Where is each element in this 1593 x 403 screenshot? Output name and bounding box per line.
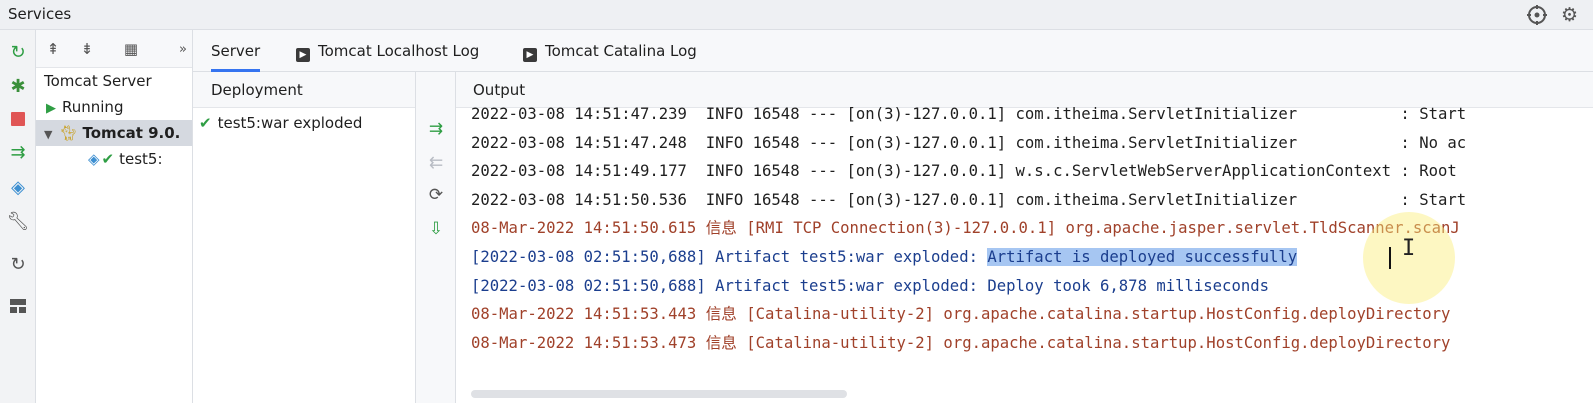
log-line: 08-Mar-2022 14:51:53.443 信息 [Catalina-ut… [471, 305, 1451, 324]
log-file-icon: ▶ [523, 48, 537, 62]
deployment-item-label: test5:war exploded [217, 114, 363, 132]
tab-server[interactable]: Server [211, 30, 261, 72]
text-caret [1389, 247, 1391, 269]
horizontal-scrollbar[interactable] [471, 390, 847, 398]
tab-label: Tomcat Localhost Log [318, 42, 480, 60]
tab-label: Tomcat Catalina Log [545, 42, 697, 60]
refresh-icon[interactable]: ↻ [6, 252, 30, 276]
wrench-icon[interactable]: 🔧︎ [6, 209, 30, 233]
debug-icon[interactable]: ✱ [6, 74, 30, 98]
deploy-icon[interactable]: ⇉ [6, 140, 30, 164]
tree-item-tomcat[interactable]: ▼ 🐈︎ Tomcat 9.0. [36, 120, 192, 146]
window-title: Services [8, 5, 72, 23]
ibeam-cursor-icon: I [1402, 236, 1416, 261]
deployment-header: Deployment [193, 72, 415, 108]
services-tree-panel: ⇞ ⇟ ▦ » Tomcat Server ▶ Running ▼ 🐈︎ Tomcat… [36, 30, 193, 403]
tab-tomcat-catalina-log[interactable]: ▶ Tomcat Catalina Log [523, 30, 697, 72]
crosshair-icon[interactable] [1526, 4, 1548, 26]
tree-item-label: Tomcat 9.0. [82, 124, 181, 142]
log-line: 2022-03-08 14:51:50.536 INFO 16548 --- [… [471, 190, 1467, 209]
undeploy-icon[interactable]: ⇇ [425, 152, 447, 174]
deployment-panel: Deployment ✔ test5:war exploded [193, 72, 416, 403]
tab-tomcat-localhost-log[interactable]: ▶ Tomcat Localhost Log [296, 30, 479, 72]
collapse-all-icon[interactable]: ⇟ [76, 38, 98, 60]
title-bar: Services ⚙ [0, 0, 1593, 30]
log-line: 08-Mar-2022 14:51:53.473 信息 [Catalina-ut… [471, 333, 1451, 352]
log-line: 2022-03-08 14:51:47.248 INFO 16548 --- [… [471, 133, 1467, 152]
log-line: 2022-03-08 14:51:47.239 INFO 16548 --- [… [471, 105, 1467, 123]
services-action-bar: ↻ ✱ ⇉ ◈ 🔧︎ ↻ [0, 30, 36, 403]
check-icon: ✔ [101, 150, 115, 168]
tabs-bar: Server ▶ Tomcat Localhost Log ▶ Tomcat Cat… [193, 30, 1593, 72]
layout-icon[interactable] [6, 294, 30, 318]
deployment-actions: ⇉ ⇇ ⟳ ⇩ [416, 72, 456, 403]
log-line: 2022-03-08 14:51:49.177 INFO 16548 --- [… [471, 162, 1457, 181]
tree-toolbar: ⇞ ⇟ ▦ » [36, 30, 192, 68]
deployment-item[interactable]: ✔ test5:war exploded [199, 114, 362, 132]
stop-icon[interactable] [6, 107, 30, 131]
tree-item-label: Tomcat Server [44, 72, 152, 90]
tree-item-label: test5: [119, 150, 163, 168]
chevron-down-icon[interactable]: ▼ [44, 128, 52, 141]
rerun-icon[interactable]: ↻ [6, 40, 30, 64]
check-icon: ✔ [199, 114, 212, 132]
refresh-icon[interactable]: ⟳ [425, 184, 447, 206]
tree-item-label: Running [62, 98, 124, 116]
selected-text: Artifact is deployed successfully [987, 247, 1298, 266]
tab-label: Server [211, 42, 261, 60]
tree-item-tomcat-server[interactable]: Tomcat Server [36, 68, 192, 94]
update-icon[interactable]: ⇩ [425, 218, 447, 240]
tree-item-running[interactable]: ▶ Running [36, 94, 192, 120]
play-icon: ▶ [46, 101, 56, 116]
artifact-icon[interactable]: ◈ [6, 175, 30, 199]
more-icon[interactable]: » [172, 38, 192, 60]
deploy-icon[interactable]: ⇉ [425, 118, 447, 140]
artifact-icon: ◈ [88, 150, 100, 168]
gear-icon[interactable]: ⚙ [1561, 4, 1583, 26]
tomcat-icon: 🐈︎ [58, 124, 78, 142]
group-by-icon[interactable]: ▦ [120, 38, 142, 60]
expand-all-icon[interactable]: ⇞ [42, 38, 64, 60]
log-line-prefix: [2022-03-08 02:51:50,688] Artifact test5… [471, 247, 988, 266]
tree-item-test5[interactable]: ◈ ✔ test5: [36, 146, 192, 172]
log-file-icon: ▶ [296, 48, 310, 62]
